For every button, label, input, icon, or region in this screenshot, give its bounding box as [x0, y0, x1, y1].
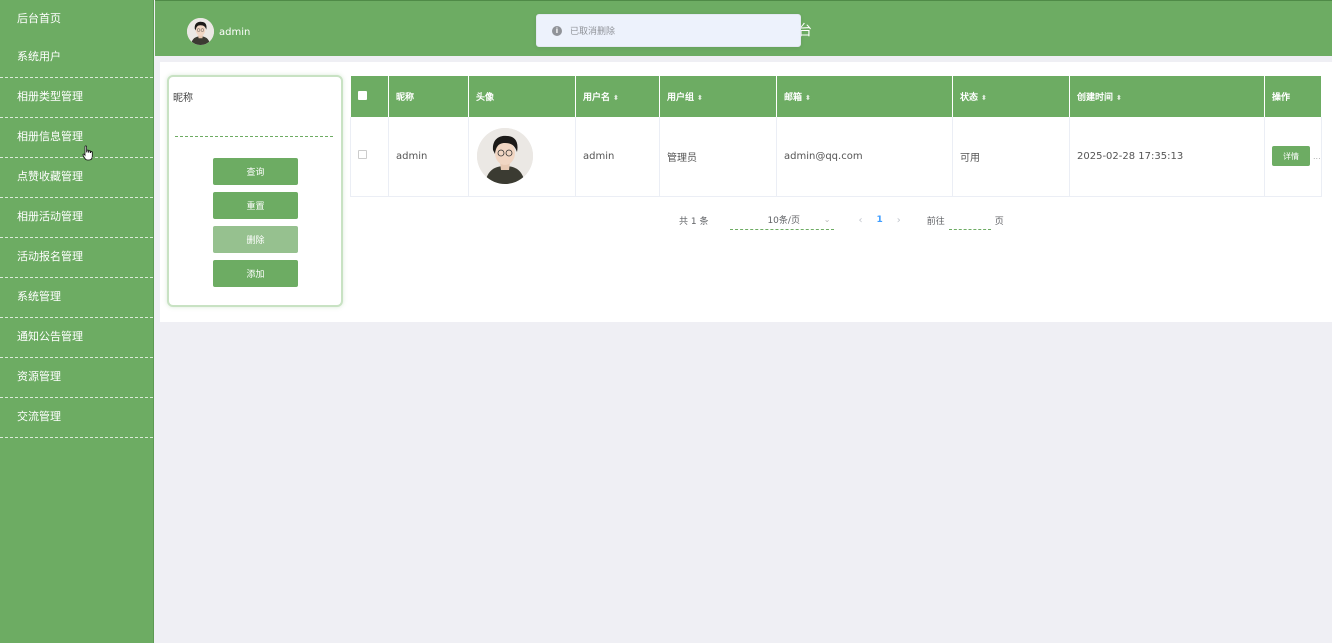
info-icon: i: [552, 25, 562, 36]
pagination-total: 共 1 条: [679, 216, 709, 227]
sidebar-item-album-activity[interactable]: 相册活动管理: [0, 198, 153, 238]
column-header-nickname: 昵称: [388, 76, 469, 117]
chevron-down-icon: ⌄: [823, 215, 831, 224]
user-table: 昵称 头像 用户名 ⬍ 用户组 ⬍ 邮箱 ⬍ 状态 ⬍ 创建时间 ⬍ 操作 admin: [350, 76, 1322, 197]
sidebar-item-notice[interactable]: 通知公告管理: [0, 318, 153, 358]
cell-email: admin@qq.com: [776, 117, 953, 197]
sort-icon[interactable]: ⬍: [1116, 94, 1122, 102]
page-number-current[interactable]: 1: [876, 215, 882, 225]
detail-button[interactable]: 详情: [1272, 146, 1310, 167]
nickname-label: 昵称: [173, 93, 193, 104]
select-all-header[interactable]: [350, 76, 389, 117]
cell-created: 2025-02-28 17:35:13: [1069, 117, 1265, 197]
hand-cursor-icon: [82, 145, 93, 161]
avatar-photo-icon: [477, 128, 533, 185]
column-header-status[interactable]: 状态 ⬍: [952, 76, 1070, 117]
column-header-username[interactable]: 用户名 ⬍: [575, 76, 660, 117]
sidebar-item-resource[interactable]: 资源管理: [0, 358, 153, 398]
sort-icon[interactable]: ⬍: [981, 94, 987, 102]
cell-nickname: admin: [388, 117, 469, 197]
goto-prefix: 前往: [926, 216, 945, 227]
search-panel: 昵称 查询 重置 删除 添加: [167, 75, 343, 307]
sidebar-item-exchange[interactable]: 交流管理: [0, 398, 153, 438]
avatar-photo-icon: [187, 18, 214, 45]
goto-suffix: 页: [994, 216, 1004, 227]
row-checkbox[interactable]: [358, 150, 367, 160]
query-button[interactable]: 查询: [213, 158, 298, 185]
delete-button[interactable]: 删除: [213, 226, 298, 253]
sort-icon[interactable]: ⬍: [613, 94, 619, 102]
cell-group: 管理员: [659, 117, 777, 197]
sidebar-item-system-users[interactable]: 系统用户: [0, 38, 153, 78]
column-header-email[interactable]: 邮箱 ⬍: [776, 76, 953, 117]
sidebar-item-likes-favorites[interactable]: 点赞收藏管理: [0, 158, 153, 198]
header-username[interactable]: admin: [219, 27, 250, 38]
sidebar-item-album-type[interactable]: 相册类型管理: [0, 78, 153, 118]
pagination: 共 1 条 10条/页 ⌄ ‹ 1 › 前往 页: [679, 210, 1004, 230]
sidebar-item-activity-signup[interactable]: 活动报名管理: [0, 238, 153, 278]
select-all-checkbox[interactable]: [357, 90, 367, 100]
table-header-row: 昵称 头像 用户名 ⬍ 用户组 ⬍ 邮箱 ⬍ 状态 ⬍ 创建时间 ⬍ 操作: [350, 76, 1322, 117]
reset-button[interactable]: 重置: [213, 192, 298, 219]
goto-page-input[interactable]: [948, 210, 991, 230]
add-button[interactable]: 添加: [213, 260, 298, 287]
toast-text: 已取消删除: [570, 27, 616, 37]
more-ellipsis: ...: [1313, 151, 1321, 161]
column-header-created[interactable]: 创建时间 ⬍: [1069, 76, 1265, 117]
row-avatar: [477, 128, 533, 185]
toast-message: i 已取消删除: [536, 14, 801, 47]
page-size-value: 10条/页: [767, 216, 800, 226]
next-page-icon[interactable]: ›: [897, 215, 901, 226]
sidebar-item-album-info[interactable]: 相册信息管理: [0, 118, 153, 158]
sidebar-item-home[interactable]: 后台首页: [0, 0, 153, 38]
sidebar-item-system-manage[interactable]: 系统管理: [0, 278, 153, 318]
sort-icon[interactable]: ⬍: [697, 94, 703, 102]
prev-page-icon[interactable]: ‹: [858, 215, 862, 226]
table-row: admin admin 管理员 admin@qq.com 可用 2025-02-…: [350, 117, 1322, 197]
page-size-select[interactable]: 10条/页 ⌄: [730, 210, 835, 230]
column-header-actions: 操作: [1264, 76, 1322, 117]
user-avatar[interactable]: [187, 18, 214, 45]
sidebar: 后台首页 系统用户 相册类型管理 相册信息管理 点赞收藏管理 相册活动管理 活动…: [0, 0, 154, 643]
column-header-group[interactable]: 用户组 ⬍: [659, 76, 777, 117]
nickname-search-input[interactable]: [175, 113, 333, 137]
column-header-avatar: 头像: [468, 76, 576, 117]
main-content: 昵称 查询 重置 删除 添加 昵称 头像 用户名 ⬍ 用户组 ⬍ 邮箱 ⬍ 状态…: [160, 62, 1332, 322]
cell-avatar: [468, 117, 576, 197]
sort-icon[interactable]: ⬍: [805, 94, 811, 102]
row-select-cell[interactable]: [350, 117, 389, 197]
cell-status: 可用: [952, 117, 1070, 197]
cell-actions: 详情...: [1264, 117, 1322, 197]
cell-username: admin: [575, 117, 660, 197]
